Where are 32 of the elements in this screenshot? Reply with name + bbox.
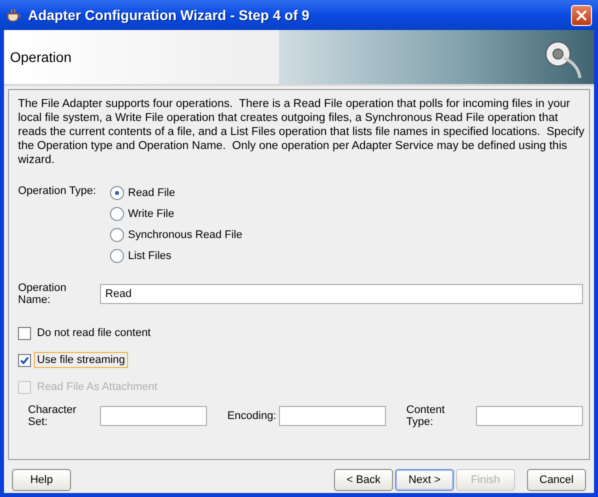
operation-name-field[interactable]: Read (100, 284, 583, 304)
radio-label: Synchronous Read File (128, 229, 242, 241)
field-label: Operation Name: (18, 282, 68, 306)
description-text: The File Adapter supports four operations. There is a Read File operation that polls for incoming files in your local file system, a Write File operation that creates outgoing files, a Synchronous Read File operation that reads the current contents of a file, and a List Files operation that lists file names in specified locations. Specify the Operation type and Operation Name. Only one operation per Adapter Service may be defined using this wizard. (18, 97, 586, 167)
checkbox[interactable] (18, 354, 31, 366)
text-field[interactable] (100, 406, 208, 426)
checkbox[interactable] (18, 326, 31, 340)
field-label: Encoding: (227, 410, 276, 422)
dialog-button[interactable]: Help (12, 469, 71, 491)
window-title: Adapter Configuration Wizard - Step 4 of 9 (28, 7, 310, 23)
radio-button[interactable] (110, 207, 124, 221)
dialog-button[interactable]: Next > (395, 469, 454, 491)
radio-button[interactable] (110, 249, 124, 263)
field-label: Content Type: (406, 404, 446, 428)
field-label: Character Set: (28, 404, 78, 428)
coffee-cup-icon (6, 8, 22, 22)
radio-label: Write File (128, 208, 174, 220)
text-field[interactable] (476, 406, 583, 426)
dialog-button[interactable]: < Back (334, 469, 393, 491)
checkbox-label: Use file streaming (34, 352, 128, 368)
close-button[interactable] (571, 4, 592, 26)
dialog-button[interactable]: Cancel (527, 469, 586, 491)
close-icon (576, 10, 587, 20)
radio-label: Read File (128, 187, 176, 199)
radio-button[interactable] (110, 186, 124, 200)
checkbox-label: Read File As Attachment (36, 380, 158, 395)
field-label: Operation Type: (18, 185, 98, 197)
radio-label: List Files (128, 250, 172, 262)
page-title: Operation (9, 49, 72, 65)
text-field[interactable] (279, 406, 386, 426)
checkbox-label: Do not read file content (36, 326, 152, 341)
radio-button[interactable] (110, 228, 124, 242)
